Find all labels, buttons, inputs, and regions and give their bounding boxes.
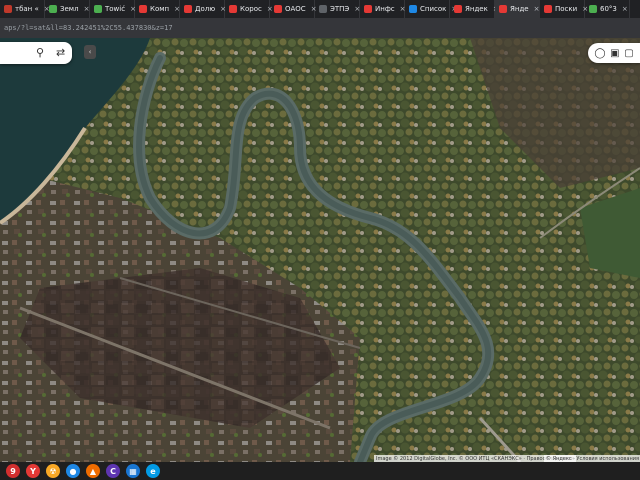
browser-tab[interactable]: Яндек×	[450, 0, 499, 18]
tab-label: тбан «	[15, 5, 39, 13]
tab-close-icon[interactable]: ×	[622, 5, 628, 13]
tab-close-icon[interactable]: ×	[84, 5, 90, 13]
tab-favicon-icon	[49, 5, 57, 13]
app-blue-icon[interactable]: ●	[66, 464, 80, 478]
browser-tab[interactable]: Корос ×	[225, 0, 273, 18]
tab-favicon-icon	[229, 5, 237, 13]
browser-tab[interactable]: Земл ×	[45, 0, 90, 18]
tab-favicon-icon	[139, 5, 147, 13]
browser-tab[interactable]: Список×	[405, 0, 457, 18]
route-icon[interactable]: ⇄	[56, 46, 65, 59]
tab-label: Янде	[510, 5, 529, 13]
tab-favicon-icon	[499, 5, 507, 13]
tab-favicon-icon	[274, 5, 282, 13]
map-search-box[interactable]: ⚲ ⇄	[0, 42, 72, 64]
app-grid-icon[interactable]: ▦	[126, 464, 140, 478]
tab-label: ОАОС	[285, 5, 306, 13]
app-e-icon[interactable]: e	[146, 464, 160, 478]
tab-label: Список	[420, 5, 447, 13]
tab-bar: тбан «× Земл × Тowić × Комп × Долю × Корос × ОАОС × Э…	[0, 0, 640, 18]
tab-favicon-icon	[409, 5, 417, 13]
collapse-panel-button[interactable]: ‹	[84, 45, 96, 59]
yandex-browser-icon[interactable]: Y	[26, 464, 40, 478]
browser-tab[interactable]: Долю ×	[180, 0, 226, 18]
brave-browser-icon[interactable]: ▲	[86, 464, 100, 478]
app-9-icon[interactable]: 9	[6, 464, 20, 478]
tab-label: Инфс	[375, 5, 395, 13]
browser-tab[interactable]: 60°3 ×	[585, 0, 630, 18]
browser-tab[interactable]: Поски ×	[540, 0, 588, 18]
tab-favicon-icon	[4, 5, 12, 13]
tab-label: Земл	[60, 5, 79, 13]
browser-tab[interactable]: Янде ×	[495, 0, 540, 18]
tab-label: 60°3	[600, 5, 617, 13]
tab-label: ЭТПЭ	[330, 5, 350, 13]
tab-favicon-icon	[319, 5, 327, 13]
tab-favicon-icon	[454, 5, 462, 13]
layers-icon[interactable]: ◯	[594, 48, 605, 59]
share-icon[interactable]: ▢	[624, 48, 633, 59]
satellite-map[interactable]	[0, 38, 640, 462]
url-text[interactable]: aps/?l=sat&ll=83.242451%2C55.437830&z=17	[4, 24, 173, 32]
tab-label: Долю	[195, 5, 216, 13]
app-c-icon[interactable]: C	[106, 464, 120, 478]
browser-tab[interactable]: Инфс ×	[360, 0, 406, 18]
taskbar: 9 Y ☢ ● ▲ C ▦ e	[0, 462, 640, 480]
search-icon[interactable]: ⚲	[36, 46, 44, 59]
tab-label: Тowić	[105, 5, 126, 13]
address-bar[interactable]: aps/?l=sat&ll=83.242451%2C55.437830&z=17	[0, 18, 640, 38]
tab-favicon-icon	[589, 5, 597, 13]
browser-tab[interactable]: тбан «×	[0, 0, 50, 18]
tab-label: Корос	[240, 5, 262, 13]
tab-close-icon[interactable]: ×	[534, 5, 540, 13]
map-layer-controls: ◯ ▣ ▢	[588, 43, 640, 63]
browser-tab[interactable]: Тowić ×	[90, 0, 136, 18]
tab-favicon-icon	[94, 5, 102, 13]
tab-favicon-icon	[544, 5, 552, 13]
satellite-imagery[interactable]	[0, 38, 640, 462]
app-radiation-icon[interactable]: ☢	[46, 464, 60, 478]
browser-tab[interactable]: ОАОС ×	[270, 0, 317, 18]
browser-tab[interactable]: Комп ×	[135, 0, 180, 18]
tab-favicon-icon	[184, 5, 192, 13]
tab-label: Комп	[150, 5, 170, 13]
tab-label: Яндек	[465, 5, 488, 13]
tab-label: Поски	[555, 5, 578, 13]
tab-favicon-icon	[364, 5, 372, 13]
browser-tab[interactable]: ЭТПЭ ×	[315, 0, 360, 18]
panorama-icon[interactable]: ▣	[610, 48, 619, 59]
